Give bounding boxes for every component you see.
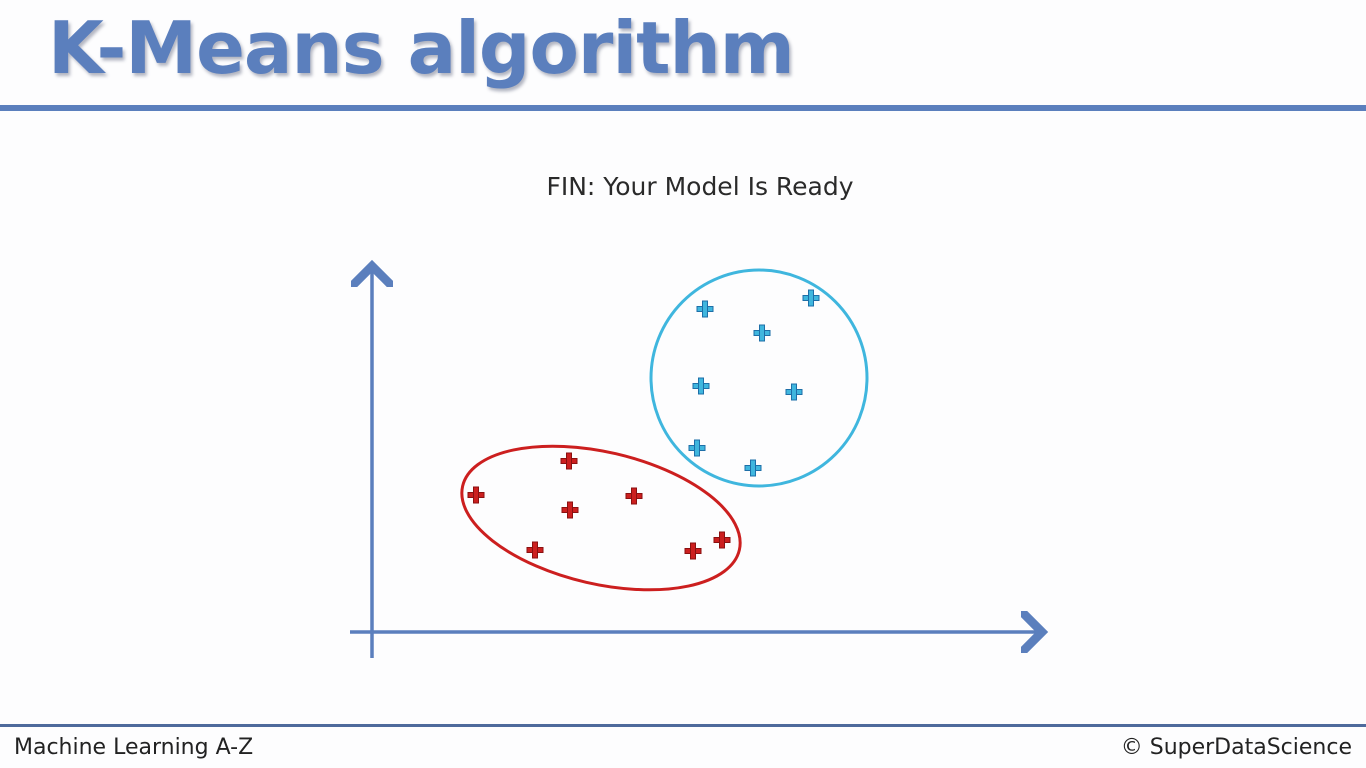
blue-cluster-point-3 (753, 324, 771, 342)
blue-cluster-point-4 (692, 377, 710, 395)
footer-course: Machine Learning A-Z (14, 735, 254, 760)
blue-cluster-point-5 (785, 383, 803, 401)
data-points (467, 289, 820, 560)
blue-cluster-point-6 (688, 439, 706, 457)
kmeans-diagram (350, 0, 1366, 658)
red-cluster-point-3 (561, 501, 579, 519)
red-cluster-point-4 (625, 487, 643, 505)
red-cluster-point-1 (467, 486, 485, 504)
footer-divider (0, 724, 1366, 727)
blue-cluster-boundary (649, 268, 869, 488)
footer-copyright: © SuperDataScience (1120, 735, 1352, 760)
red-cluster-point-5 (526, 541, 544, 559)
red-cluster-boundary (460, 444, 742, 592)
slide: K-Means algorithm FIN: Your Model Is Rea… (0, 0, 1366, 768)
red-cluster-point-6 (684, 542, 702, 560)
blue-cluster-point-2 (802, 289, 820, 307)
red-cluster-point-7 (713, 531, 731, 549)
blue-cluster-point-1 (696, 300, 714, 318)
red-cluster-point-2 (560, 452, 578, 470)
blue-cluster-point-7 (744, 459, 762, 477)
